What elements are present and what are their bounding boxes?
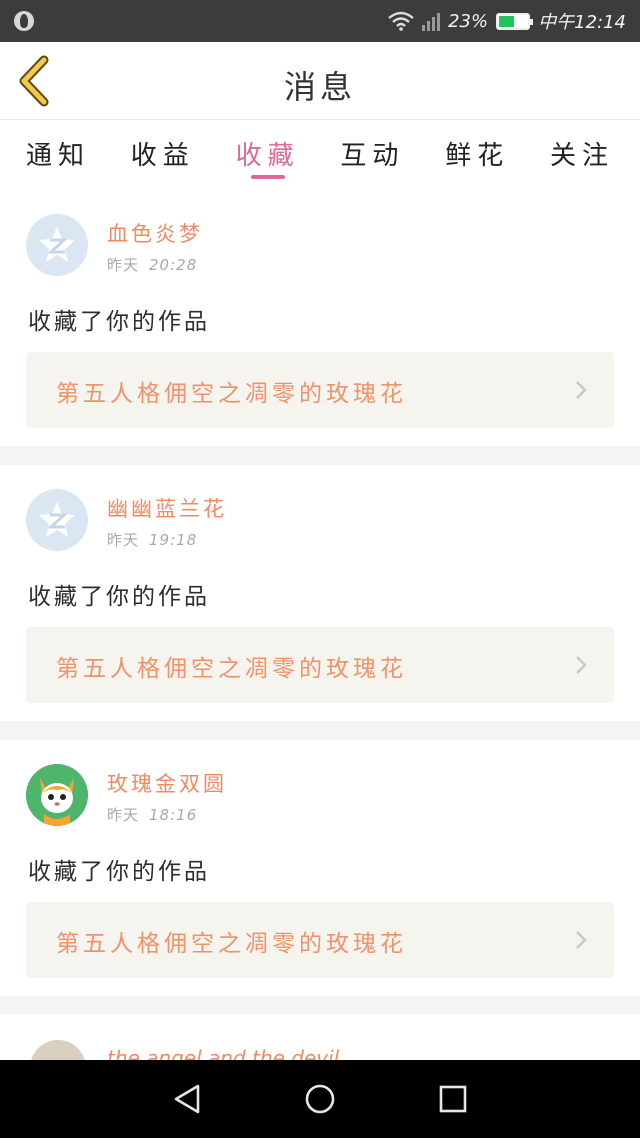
tab-interaction[interactable]: 互动 — [340, 121, 404, 187]
timestamp: 昨天 20:28 — [107, 256, 198, 274]
chevron-right-icon — [576, 656, 587, 674]
work-link[interactable]: 第五人格佣空之凋零的玫瑰花 — [26, 902, 614, 978]
default-z-icon — [39, 227, 75, 262]
home-circle-icon[interactable] — [290, 1069, 350, 1129]
battery-percent: 23% — [448, 10, 489, 32]
username[interactable]: 血色炎梦 — [107, 218, 203, 248]
system-nav-bar — [0, 1060, 640, 1138]
message-list: 血色炎梦 昨天 20:28 收藏了你的作品 第五人格佣空之凋零的玫瑰花 幽幽蓝兰花… — [0, 190, 640, 1015]
tab-income[interactable]: 收益 — [131, 121, 195, 187]
header: 消息 — [0, 42, 640, 120]
recent-square-icon[interactable] — [423, 1069, 483, 1129]
page-title: 消息 — [283, 68, 356, 106]
username[interactable]: the angel and the devil — [107, 1046, 339, 1060]
clock: 中午12:14 — [538, 12, 626, 33]
status-right: 23% 中午12:14 — [388, 9, 626, 33]
divider — [0, 996, 640, 1015]
avatar[interactable] — [26, 214, 88, 276]
globe-icon — [14, 11, 34, 31]
tab-favorites[interactable]: 收藏 — [236, 121, 300, 187]
tab-flowers[interactable]: 鲜花 — [445, 121, 509, 187]
work-title: 第五人格佣空之凋零的玫瑰花 — [56, 931, 407, 957]
cartoon-fox-avatar — [26, 764, 88, 826]
tab-notice[interactable]: 通知 — [26, 121, 90, 187]
avatar[interactable] — [30, 1040, 86, 1060]
list-item: the angel and the devil — [0, 1014, 640, 1060]
action-text: 收藏了你的作品 — [28, 859, 210, 885]
back-triangle-icon[interactable] — [157, 1069, 217, 1129]
action-text: 收藏了你的作品 — [28, 584, 210, 610]
list-item: 幽幽蓝兰花 昨天 19:18 收藏了你的作品 第五人格佣空之凋零的玫瑰花 — [0, 465, 640, 721]
avatar[interactable] — [26, 489, 88, 551]
chevron-right-icon — [576, 931, 587, 949]
timestamp: 昨天 19:18 — [107, 531, 198, 549]
username[interactable]: 幽幽蓝兰花 — [107, 493, 227, 523]
signal-icon — [422, 11, 441, 31]
divider — [0, 721, 640, 740]
work-link[interactable]: 第五人格佣空之凋零的玫瑰花 — [26, 627, 614, 703]
status-bar: 23% 中午12:14 — [0, 0, 640, 42]
tab-follow[interactable]: 关注 — [550, 121, 614, 187]
action-text: 收藏了你的作品 — [28, 309, 210, 335]
divider — [0, 446, 640, 465]
battery-charging-icon — [496, 12, 534, 30]
work-title: 第五人格佣空之凋零的玫瑰花 — [56, 656, 407, 682]
list-item: 血色炎梦 昨天 20:28 收藏了你的作品 第五人格佣空之凋零的玫瑰花 — [0, 190, 640, 446]
wifi-icon — [388, 11, 414, 31]
username[interactable]: 玫瑰金双圆 — [107, 768, 227, 798]
chevron-right-icon — [576, 381, 587, 399]
list-item: 玫瑰金双圆 昨天 18:16 收藏了你的作品 第五人格佣空之凋零的玫瑰花 — [0, 740, 640, 996]
default-z-icon — [39, 502, 75, 537]
avatar[interactable] — [26, 764, 88, 826]
work-title: 第五人格佣空之凋零的玫瑰花 — [56, 381, 407, 407]
tab-bar: 通知 收益 收藏 互动 鲜花 关注 — [0, 121, 640, 187]
work-link[interactable]: 第五人格佣空之凋零的玫瑰花 — [26, 352, 614, 428]
timestamp: 昨天 18:16 — [107, 806, 198, 824]
